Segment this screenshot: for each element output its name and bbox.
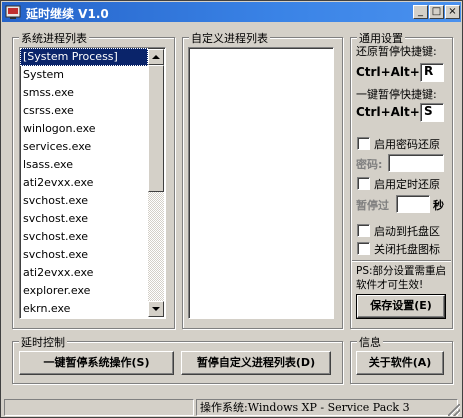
process-list-item[interactable]: [System Process] [20,48,148,66]
process-list-item[interactable]: svchost.exe [20,246,148,264]
pause-hotkey-prefix: Ctrl+Alt+ [356,105,420,119]
process-list-item[interactable]: smss.exe [20,84,148,102]
process-list-item[interactable]: explorer.exe [20,282,148,300]
custom-process-group-title: 自定义进程列表 [189,30,270,46]
minimize-icon: _ [418,6,423,17]
password-restore-label: 启用密码还原 [374,138,440,151]
pause-custom-list-button[interactable]: 暂停自定义进程列表(D) [181,351,331,375]
process-list-item[interactable]: csrss.exe [20,102,148,120]
custom-process-list[interactable] [188,47,334,319]
minimize-button[interactable]: _ [413,5,428,19]
settings-divider [352,260,451,261]
scroll-thumb[interactable] [148,65,164,192]
restore-hotkey-input[interactable]: R [420,63,444,82]
process-list-item[interactable]: svchost.exe [20,210,148,228]
password-label: 密码: [356,158,383,171]
close-icon: × [448,6,457,17]
process-list-item[interactable]: ati2evxx.exe [20,174,148,192]
pause-hotkey-label: 一键暂停快捷键: [356,88,437,101]
process-list-item[interactable]: ekrn.exe [20,300,148,318]
pause-after-label: 暂停过 [356,199,389,212]
pause-after-input[interactable] [396,195,430,213]
status-bar: 操作系统:Windows XP - Service Pack 3 [2,398,461,417]
about-button[interactable]: 关于软件(A) [356,351,444,375]
delay-control-group-title: 延时控制 [19,334,67,350]
status-pane-left [4,399,194,416]
scroll-down-button[interactable] [148,301,164,317]
process-list-item[interactable]: services.exe [20,138,148,156]
password-restore-checkbox[interactable] [357,137,370,150]
resize-grip-icon[interactable] [448,404,460,416]
scroll-up-button[interactable] [148,49,164,65]
restore-hotkey-label: 还原暂停快捷键: [356,45,437,58]
pause-system-button[interactable]: 一键暂停系统操作(S) [19,351,174,375]
os-info: 操作系统:Windows XP - Service Pack 3 [196,399,458,416]
arrow-up-icon [152,55,160,59]
system-process-list[interactable]: [System Process] System smss.exe csrss.exe w… [19,47,166,319]
system-process-group-title: 系统进程列表 [19,30,89,46]
start-to-tray-checkbox[interactable] [357,224,370,237]
process-list-item[interactable]: ati2evxx.exe [20,264,148,282]
info-group-title: 信息 [357,334,383,350]
title-bar[interactable]: 延时继续 V1.0 _ □ × [2,2,461,22]
timed-restore-label: 启用定时还原 [374,178,440,191]
arrow-down-icon [152,307,160,311]
close-tray-icon-label: 关闭托盘图标 [374,243,440,256]
close-tray-icon-checkbox[interactable] [357,242,370,255]
main-window: 延时继续 V1.0 _ □ × 系统进程列表 [System Process] S… [0,0,463,418]
process-list-item[interactable]: svchost.exe [20,192,148,210]
process-list-item[interactable]: System [20,66,148,84]
save-settings-button[interactable]: 保存设置(E) [356,294,446,319]
pause-hotkey-input[interactable]: S [420,103,444,122]
start-to-tray-label: 启动到托盘区 [374,225,440,238]
seconds-label: 秒 [433,199,444,212]
password-input[interactable] [388,154,444,172]
timed-restore-checkbox[interactable] [357,177,370,190]
system-process-scrollbar[interactable] [148,49,164,317]
restore-hotkey-prefix: Ctrl+Alt+ [356,65,420,79]
process-list-item[interactable]: lsass.exe [20,156,148,174]
process-list-item[interactable]: winlogon.exe [20,120,148,138]
close-button[interactable]: × [445,5,460,19]
settings-note: PS:部分设置需重启软件才可生效! [356,265,447,291]
restore-icon: □ [431,6,442,17]
window-title: 延时继续 V1.0 [26,7,109,21]
app-icon [5,5,21,19]
restore-button[interactable]: □ [429,5,444,19]
process-list-item[interactable]: svchost.exe [20,228,148,246]
